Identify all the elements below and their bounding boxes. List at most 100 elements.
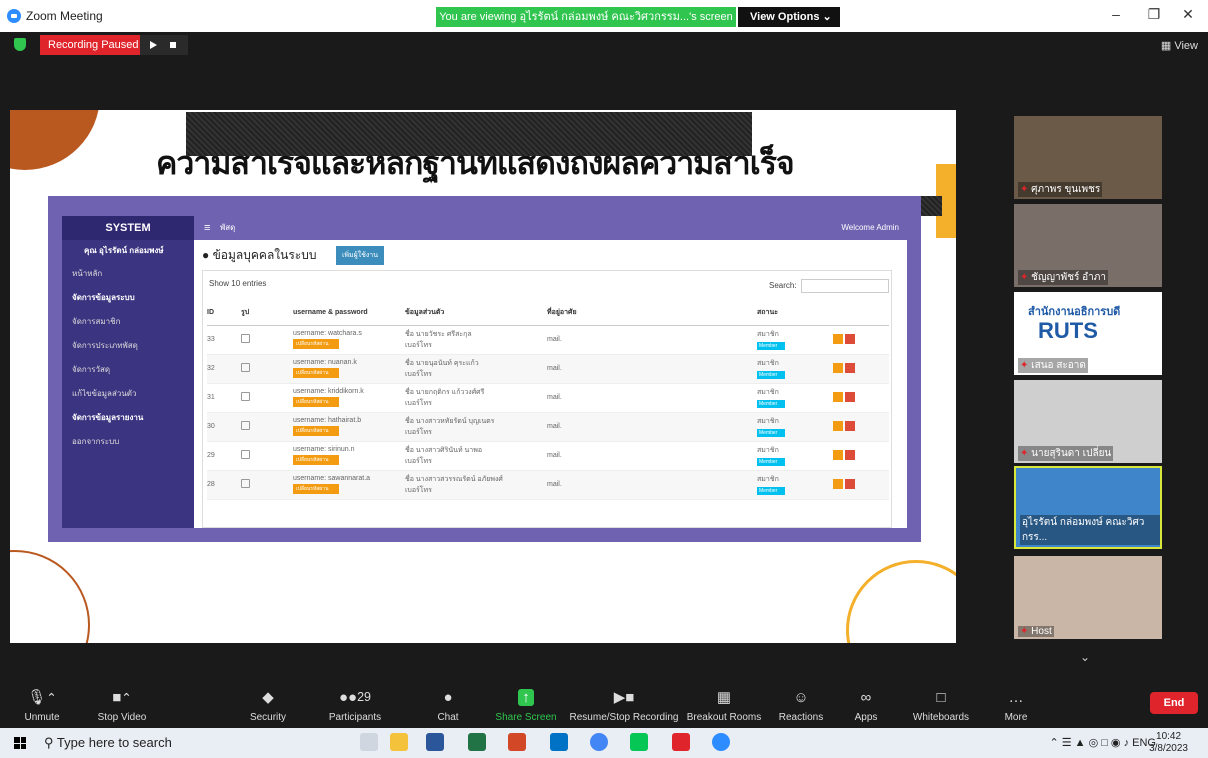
participant-tile-speaking[interactable]: อุไรรัตน์ กล่อมพงษ์ คณะวิศวกรร... (1014, 466, 1162, 549)
sidebar-item-home[interactable]: หน้าหลัก (62, 262, 194, 286)
cell-username: username: sawannarat.a เปลี่ยนรหัสผ่าน (293, 470, 405, 500)
chat-button[interactable]: ● Chat (420, 680, 476, 728)
delete-icon[interactable] (845, 478, 855, 489)
col-status[interactable]: สถานะ (757, 301, 833, 326)
participant-tile[interactable]: สำนักงานอธิการบดี RUTS ✦ เสนอ สะอาด (1014, 292, 1162, 375)
cell-actions (833, 325, 889, 355)
excel-icon[interactable] (468, 733, 486, 751)
table-header: ID รูป username & password ข้อมูลส่วนตัว… (207, 301, 889, 326)
breakout-rooms-button[interactable]: ▦ Breakout Rooms (684, 680, 764, 728)
tray-icons[interactable]: ⌃ ☰ ▲ ◎ □ ◉ ♪ (1049, 737, 1129, 749)
clock-time: 10:42 (1156, 731, 1182, 742)
delete-icon[interactable] (845, 449, 855, 460)
whiteboards-button[interactable]: □ Whiteboards (904, 680, 978, 728)
file-explorer-icon[interactable] (390, 733, 408, 751)
cell-username: username: nuanan.k เปลี่ยนรหัสผ่าน (293, 354, 405, 384)
resume-recording-button[interactable]: ▶■ Resume/Stop Recording (568, 680, 680, 728)
sidebar-item-logout[interactable]: ออกจากระบบ (62, 430, 194, 454)
line-icon[interactable] (630, 733, 648, 751)
task-view-icon[interactable] (360, 733, 378, 751)
edit-icon[interactable] (833, 478, 843, 489)
participant-tile[interactable]: ✦ ชัญญาพัชร์ อำภา (1014, 204, 1162, 287)
cell-photo (241, 470, 293, 500)
taskbar-search[interactable]: ⚲ Type here to search (44, 732, 342, 754)
cell-actions (833, 441, 889, 471)
col-info[interactable]: ข้อมูลส่วนตัว (405, 301, 547, 326)
chrome-icon[interactable] (590, 733, 608, 751)
entries-selector[interactable]: Show 10 entries (209, 279, 266, 288)
powerpoint-icon[interactable] (508, 733, 526, 751)
app-screenshot: SYSTEM คุณ อุไรรัตน์ กล่อมพงษ์ หน้าหลัก … (48, 196, 921, 542)
reactions-button[interactable]: ☺ Reactions (774, 680, 828, 728)
members-table: ID รูป username & password ข้อมูลส่วนตัว… (207, 301, 889, 500)
edit-icon[interactable] (833, 449, 843, 460)
more-button[interactable]: … More (996, 680, 1036, 728)
mic-muted-icon: ✦ (1020, 360, 1029, 371)
search-input[interactable] (800, 279, 889, 293)
status-text: สมาชิก (757, 418, 779, 425)
sidebar-item-types[interactable]: จัดการประเภทพัสดุ (62, 334, 194, 358)
change-password-button[interactable]: เปลี่ยนรหัสผ่าน (293, 426, 339, 436)
col-username[interactable]: username & password (293, 301, 405, 326)
outlook-icon[interactable] (550, 733, 568, 751)
participant-tile[interactable]: ✦ ศุภาพร ขุนเพชร (1014, 116, 1162, 199)
participants-button[interactable]: ●● 29 Participants (320, 680, 390, 728)
cell-address: mail. (547, 412, 757, 442)
security-button[interactable]: ◆ Security (238, 680, 298, 728)
close-icon[interactable]: ✕ (1178, 6, 1198, 23)
apps-button[interactable]: ∞ Apps (846, 680, 886, 728)
col-id[interactable]: ID (207, 301, 241, 326)
search-field[interactable]: Search: (769, 279, 889, 293)
col-photo[interactable]: รูป (241, 301, 293, 326)
sidebar-item-materials[interactable]: จัดการวัสดุ (62, 358, 194, 382)
delete-icon[interactable] (845, 362, 855, 373)
stop-icon[interactable] (170, 42, 176, 48)
delete-icon[interactable] (845, 391, 855, 402)
status-text: สมาชิก (757, 476, 779, 483)
edit-icon[interactable] (833, 362, 843, 373)
cell-status: สมาชิก Member (757, 412, 833, 442)
acrobat-icon[interactable] (672, 733, 690, 751)
participant-tile[interactable]: ✦ นายสุรินดา เปลี่ยน (1014, 380, 1162, 463)
edit-icon[interactable] (833, 420, 843, 431)
participant-name: อุไรรัตน์ กล่อมพงษ์ คณะวิศวกรร... (1020, 515, 1160, 545)
delete-icon[interactable] (845, 333, 855, 344)
clock[interactable]: 10:42 3/8/2023 (1149, 731, 1188, 755)
change-password-button[interactable]: เปลี่ยนรหัสผ่าน (293, 455, 339, 465)
zoom-icon[interactable] (712, 733, 730, 751)
edit-icon[interactable] (833, 333, 843, 344)
chevron-down-icon[interactable]: ⌄ (1080, 650, 1090, 664)
change-password-button[interactable]: เปลี่ยนรหัสผ่าน (293, 339, 339, 349)
share-screen-label: Share Screen (495, 712, 557, 723)
play-icon[interactable] (150, 41, 157, 49)
unmute-button[interactable]: 🎙 ⌃ Unmute (10, 680, 74, 728)
restore-icon[interactable]: ❐ (1144, 6, 1164, 23)
minimize-icon[interactable]: – (1106, 6, 1126, 22)
windows-start-icon[interactable] (14, 737, 26, 749)
edit-icon[interactable] (833, 391, 843, 402)
col-address[interactable]: ที่อยู่อาศัย (547, 301, 757, 326)
add-user-button[interactable]: เพิ่มผู้ใช้งาน (336, 246, 385, 265)
breakout-rooms-icon: ▦ (716, 689, 732, 706)
participant-tile[interactable]: ✦ Host (1014, 556, 1162, 639)
end-meeting-button[interactable]: End (1150, 692, 1198, 714)
view-options-button[interactable]: View Options ⌄ (738, 7, 840, 27)
menu-icon[interactable]: ≡ (204, 216, 210, 240)
col-actions (833, 301, 889, 326)
change-password-button[interactable]: เปลี่ยนรหัสผ่าน (293, 368, 339, 378)
change-password-button[interactable]: เปลี่ยนรหัสผ่าน (293, 484, 339, 494)
cell-username: username: watchara.s เปลี่ยนรหัสผ่าน (293, 325, 405, 355)
change-password-button[interactable]: เปลี่ยนรหัสผ่าน (293, 397, 339, 407)
sidebar-item-profile[interactable]: แก้ไขข้อมูลส่วนตัว (62, 382, 194, 406)
stop-video-button[interactable]: ■ ⌃ Stop Video (82, 680, 162, 728)
sidebar-group-reports[interactable]: จัดการข้อมูลรายงาน (62, 406, 194, 430)
sidebar-item-members[interactable]: จัดการสมาชิก (62, 310, 194, 334)
delete-icon[interactable] (845, 420, 855, 431)
word-icon[interactable] (426, 733, 444, 751)
sidebar-group-system[interactable]: จัดการข้อมูลระบบ (62, 286, 194, 310)
username-text: username: nuanan.k (293, 359, 357, 366)
cell-address: mail. (547, 383, 757, 413)
reactions-icon: ☺ (793, 688, 809, 706)
view-button[interactable]: ▦ View (1161, 39, 1198, 52)
share-screen-button[interactable]: ↑ Share Screen (494, 680, 558, 728)
